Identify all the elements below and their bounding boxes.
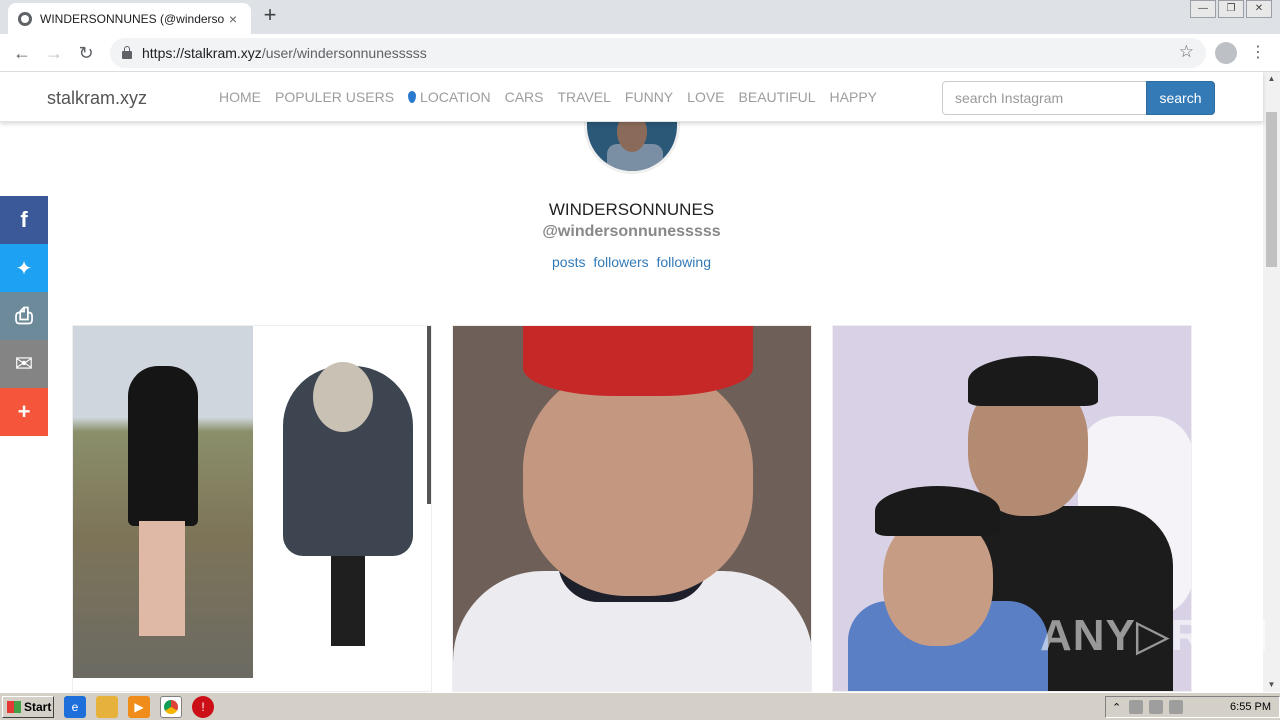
scroll-thumb[interactable] [1266, 112, 1277, 267]
nav-location[interactable]: LOCATION [408, 89, 491, 105]
clock: 6:55 PM [1230, 701, 1271, 713]
close-window-button[interactable]: ✕ [1246, 0, 1272, 18]
profile-name: WINDERSONNUNES [548, 200, 715, 219]
facebook-icon: f [20, 207, 28, 232]
more-share-button[interactable]: + [0, 388, 48, 436]
ie-icon[interactable]: e [64, 695, 86, 718]
reload-button[interactable]: ↻ [74, 41, 98, 65]
plus-icon: + [17, 399, 31, 424]
email-icon: ✉ [14, 351, 34, 376]
email-share-button[interactable]: ✉ [0, 340, 48, 388]
tab-title: WINDERSONNUNES (@windersonnu [40, 11, 225, 26]
site-navbar: stalkram.xyz HOME POPULER USERS LOCATION… [0, 72, 1263, 122]
nav-love[interactable]: LOVE [687, 89, 724, 105]
scroll-up-icon[interactable]: ▲ [1263, 72, 1280, 86]
minimize-button[interactable]: — [1190, 0, 1216, 18]
print-button[interactable]: ⎙ [0, 292, 48, 340]
back-button[interactable]: ← [10, 41, 34, 65]
bookmark-star-icon[interactable]: ☆ [1179, 42, 1194, 62]
page-scrollbar[interactable]: ▲ ▼ [1263, 72, 1280, 692]
twitter-icon: ✦ [15, 257, 33, 280]
browser-tab[interactable]: WINDERSONNUNES (@windersonnu × [8, 3, 251, 34]
chrome-icon[interactable] [160, 695, 182, 718]
tab-strip: WINDERSONNUNES (@windersonnu × + — ❐ ✕ [0, 0, 1280, 34]
address-bar[interactable]: https://stalkram.xyz/user/windersonnunes… [110, 38, 1206, 68]
site-brand[interactable]: stalkram.xyz [47, 88, 147, 109]
anyrun-watermark: ANY▷RUN [1040, 611, 1270, 660]
profile-stats: posts followers following [0, 254, 1263, 270]
folder-icon[interactable] [96, 695, 118, 718]
nav-travel[interactable]: TRAVEL [557, 89, 610, 105]
browser-menu-icon[interactable]: ⋮ [1250, 42, 1266, 62]
profile-avatar-icon[interactable] [1215, 42, 1237, 64]
forward-button[interactable]: → [42, 41, 66, 65]
scroll-down-icon[interactable]: ▼ [1263, 678, 1280, 692]
search-input[interactable]: search Instagram [942, 81, 1148, 115]
new-tab-button[interactable]: + [258, 4, 282, 28]
nav-funny[interactable]: FUNNY [625, 89, 673, 105]
map-pin-icon [408, 91, 417, 103]
globe-icon [18, 11, 32, 26]
close-tab-icon[interactable]: × [225, 11, 241, 27]
windows-flag-icon [7, 700, 21, 713]
url-path: /user/windersonnunesssss [261, 45, 427, 61]
nav-cars[interactable]: CARS [505, 89, 544, 105]
nav-location-label: LOCATION [420, 89, 491, 105]
tray-expand-icon[interactable]: ⌃ [1112, 701, 1121, 714]
nav-links: HOME POPULER USERS LOCATION CARS TRAVEL … [219, 89, 891, 105]
windows-taskbar: Start e ▶ ! ⌃ 6:55 PM [0, 692, 1280, 720]
restore-button[interactable]: ❐ [1218, 0, 1244, 18]
twitter-share-button[interactable]: ✦ [0, 244, 48, 292]
opera-icon[interactable]: ! [192, 695, 214, 718]
post-image-1[interactable] [72, 325, 432, 692]
url-host: https://stalkram.xyz [142, 45, 262, 61]
posts-link[interactable]: posts [552, 254, 585, 270]
network-icon[interactable] [1129, 700, 1144, 714]
volume-icon[interactable] [1149, 700, 1164, 714]
facebook-share-button[interactable]: f [0, 196, 48, 244]
media-player-icon[interactable]: ▶ [128, 695, 150, 718]
browser-toolbar: ← → ↻ https://stalkram.xyz/user/winderso… [0, 34, 1280, 72]
lock-icon [122, 46, 132, 59]
nav-beautiful[interactable]: BEAUTIFUL [739, 89, 816, 105]
system-tray: ⌃ 6:55 PM [1105, 696, 1280, 718]
post-image-2[interactable] [452, 325, 812, 692]
followers-link[interactable]: followers [593, 254, 648, 270]
profile-handle: @windersonnunesssss [542, 223, 721, 240]
start-button[interactable]: Start [2, 695, 54, 718]
nav-home[interactable]: HOME [219, 89, 261, 105]
search-button[interactable]: search [1146, 81, 1215, 115]
start-label: Start [24, 699, 52, 714]
nav-populer-users[interactable]: POPULER USERS [275, 89, 394, 105]
following-link[interactable]: following [657, 254, 711, 270]
page-viewport: stalkram.xyz HOME POPULER USERS LOCATION… [0, 72, 1280, 692]
nav-happy[interactable]: HAPPY [830, 89, 877, 105]
flag-icon[interactable] [1169, 700, 1184, 714]
print-icon: ⎙ [15, 303, 33, 328]
window-controls: — ❐ ✕ [1188, 0, 1272, 18]
